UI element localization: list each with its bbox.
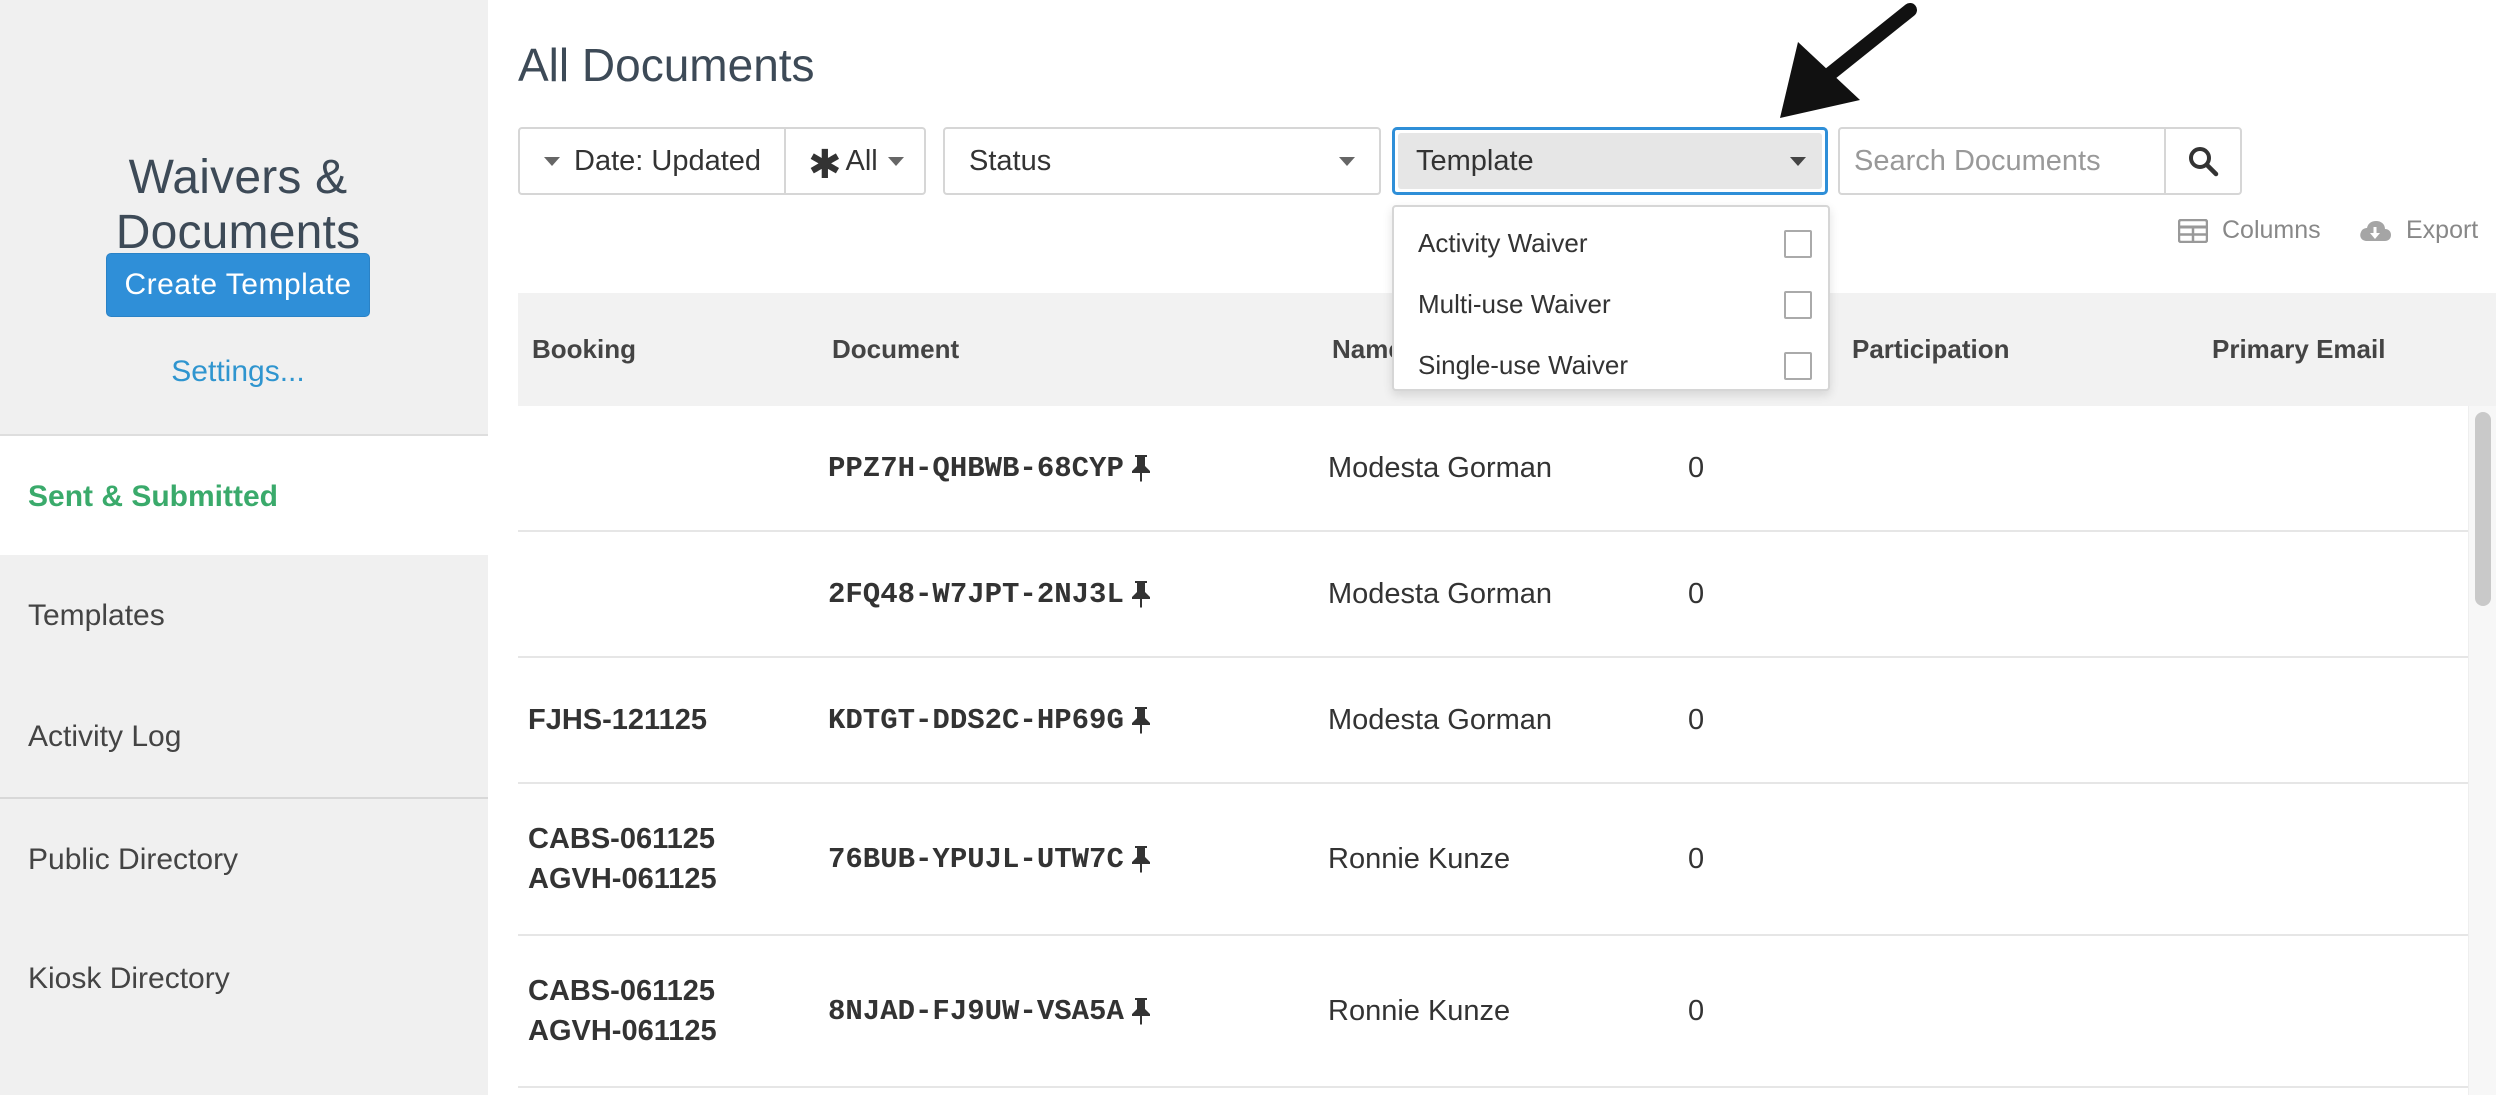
search-input[interactable] — [1840, 129, 2166, 193]
name-cell: Ronnie Kunze — [1328, 994, 1511, 1027]
booking-id: FJHS-121125 — [528, 704, 707, 736]
column-header-primary-email[interactable]: Primary Email — [2212, 293, 2385, 406]
template-option-activity-waiver[interactable]: Activity Waiver — [1394, 213, 1828, 274]
pin-icon[interactable] — [1130, 845, 1152, 873]
count-cell: 0 — [1688, 842, 1705, 875]
caret-down-icon — [544, 156, 560, 166]
table-row[interactable]: CABS-061125 AGVH-061125 8NJAD-FJ9UW-VSA5… — [518, 936, 2468, 1088]
sidebar: Waivers & Documents Create Template Sett… — [0, 0, 488, 1095]
template-option-checkbox[interactable] — [1784, 290, 1812, 319]
pin-icon[interactable] — [1130, 580, 1152, 608]
page-title: All Documents — [518, 39, 815, 91]
sidebar-item-activity-log[interactable]: Activity Log — [0, 676, 488, 797]
count-cell: 0 — [1688, 703, 1705, 736]
date-filter: Date: Updated ✱ All — [518, 127, 926, 195]
document-cell: 76BUB-YPUJL-UTW7C — [828, 784, 1152, 934]
caret-down-icon — [1790, 157, 1806, 166]
name-cell: Modesta Gorman — [1328, 451, 1553, 484]
name-cell: Modesta Gorman — [1328, 703, 1553, 736]
table-body: PPZ7H-QHBWB-68CYP Modesta Gorman 0 2FQ48… — [518, 406, 2468, 1088]
booking-id: AGVH-061125 — [528, 863, 717, 895]
booking-cell: CABS-061125 AGVH-061125 — [528, 784, 717, 934]
settings-link[interactable]: Settings... — [0, 355, 476, 389]
booking-id: AGVH-061125 — [528, 1015, 717, 1047]
table-scrollbar[interactable] — [2468, 406, 2496, 1095]
pin-icon[interactable] — [1130, 997, 1152, 1025]
columns-label: Columns — [2222, 216, 2321, 244]
sidebar-item-templates[interactable]: Templates — [0, 555, 488, 676]
template-dropdown-menu: Activity Waiver Multi-use Waiver Single-… — [1392, 205, 1830, 391]
export-button[interactable]: Export — [2358, 216, 2478, 245]
caret-down-icon — [887, 156, 904, 166]
count-cell: 0 — [1688, 577, 1705, 610]
columns-button[interactable]: Columns — [2178, 216, 2321, 245]
table-row[interactable]: 2FQ48-W7JPT-2NJ3L Modesta Gorman 0 — [518, 532, 2468, 658]
pin-icon[interactable] — [1130, 706, 1152, 734]
column-header-booking[interactable]: Booking — [532, 293, 636, 406]
sidebar-item-public-directory[interactable]: Public Directory — [0, 797, 488, 918]
booking-cell: CABS-061125 AGVH-061125 — [528, 936, 717, 1086]
document-id[interactable]: KDTGT-DDS2C-HP69G — [828, 704, 1124, 737]
table-row[interactable]: CABS-061125 AGVH-061125 76BUB-YPUJL-UTW7… — [518, 784, 2468, 936]
template-option-checkbox[interactable] — [1784, 229, 1812, 258]
table-row[interactable]: PPZ7H-QHBWB-68CYP Modesta Gorman 0 — [518, 406, 2468, 532]
date-sort-label: Date: Updated — [574, 144, 762, 177]
document-cell: 2FQ48-W7JPT-2NJ3L — [828, 532, 1152, 656]
arrow-annotation — [1780, 3, 1917, 118]
template-option-label: Activity Waiver — [1418, 228, 1588, 258]
scrollbar-thumb[interactable] — [2475, 412, 2491, 606]
columns-icon — [2178, 218, 2208, 243]
status-filter-label: Status — [969, 145, 1052, 177]
booking-cell: FJHS-121125 — [528, 658, 707, 782]
booking-id: CABS-061125 — [528, 823, 715, 855]
status-filter-select[interactable]: Status — [943, 127, 1381, 195]
sidebar-item-sent-submitted[interactable]: Sent & Submitted — [0, 434, 488, 555]
create-template-button[interactable]: Create Template — [106, 253, 370, 317]
document-cell: PPZ7H-QHBWB-68CYP — [828, 406, 1152, 530]
date-range-label: All — [845, 144, 878, 177]
sidebar-title: Waivers & Documents — [115, 151, 361, 259]
date-range-dropdown[interactable]: ✱ All — [786, 129, 924, 193]
date-sort-dropdown[interactable]: Date: Updated — [520, 129, 786, 193]
name-cell: Modesta Gorman — [1328, 577, 1553, 610]
booking-id: CABS-061125 — [528, 975, 715, 1007]
document-id[interactable]: 8NJAD-FJ9UW-VSA5A — [828, 995, 1124, 1028]
template-option-single-use-waiver[interactable]: Single-use Waiver — [1394, 335, 1828, 396]
template-option-label: Multi-use Waiver — [1418, 289, 1611, 319]
document-id[interactable]: 76BUB-YPUJL-UTW7C — [828, 843, 1124, 876]
sidebar-nav: Sent & Submitted Templates Activity Log … — [0, 434, 488, 1039]
pin-icon[interactable] — [1130, 454, 1152, 482]
asterisk-icon: ✱ — [808, 143, 842, 187]
count-cell: 0 — [1688, 994, 1705, 1027]
template-option-label: Single-use Waiver — [1418, 350, 1629, 380]
name-cell: Ronnie Kunze — [1328, 842, 1511, 875]
template-filter-label: Template — [1416, 145, 1534, 177]
document-id[interactable]: PPZ7H-QHBWB-68CYP — [828, 452, 1124, 485]
template-option-checkbox[interactable] — [1784, 351, 1812, 380]
app-root: Waivers & Documents Create Template Sett… — [0, 0, 2508, 1095]
sidebar-item-kiosk-directory[interactable]: Kiosk Directory — [0, 918, 488, 1039]
caret-down-icon — [1339, 157, 1355, 166]
template-filter-select[interactable]: Template — [1392, 127, 1828, 195]
template-option-multi-use-waiver[interactable]: Multi-use Waiver — [1394, 274, 1828, 335]
document-cell: 8NJAD-FJ9UW-VSA5A — [828, 936, 1152, 1086]
export-label: Export — [2406, 216, 2479, 244]
document-id[interactable]: 2FQ48-W7JPT-2NJ3L — [828, 578, 1124, 611]
search-icon — [2189, 147, 2219, 177]
column-header-document[interactable]: Document — [832, 293, 959, 406]
document-cell: KDTGT-DDS2C-HP69G — [828, 658, 1152, 782]
search-button[interactable] — [2166, 129, 2240, 193]
column-header-participation[interactable]: Participation — [1852, 293, 2009, 406]
cloud-download-icon — [2360, 220, 2391, 241]
count-cell: 0 — [1688, 451, 1705, 484]
template-filter-field: Template — [1398, 133, 1822, 189]
table-row[interactable]: FJHS-121125 KDTGT-DDS2C-HP69G Modesta Go… — [518, 658, 2468, 784]
search-box — [1838, 127, 2242, 195]
